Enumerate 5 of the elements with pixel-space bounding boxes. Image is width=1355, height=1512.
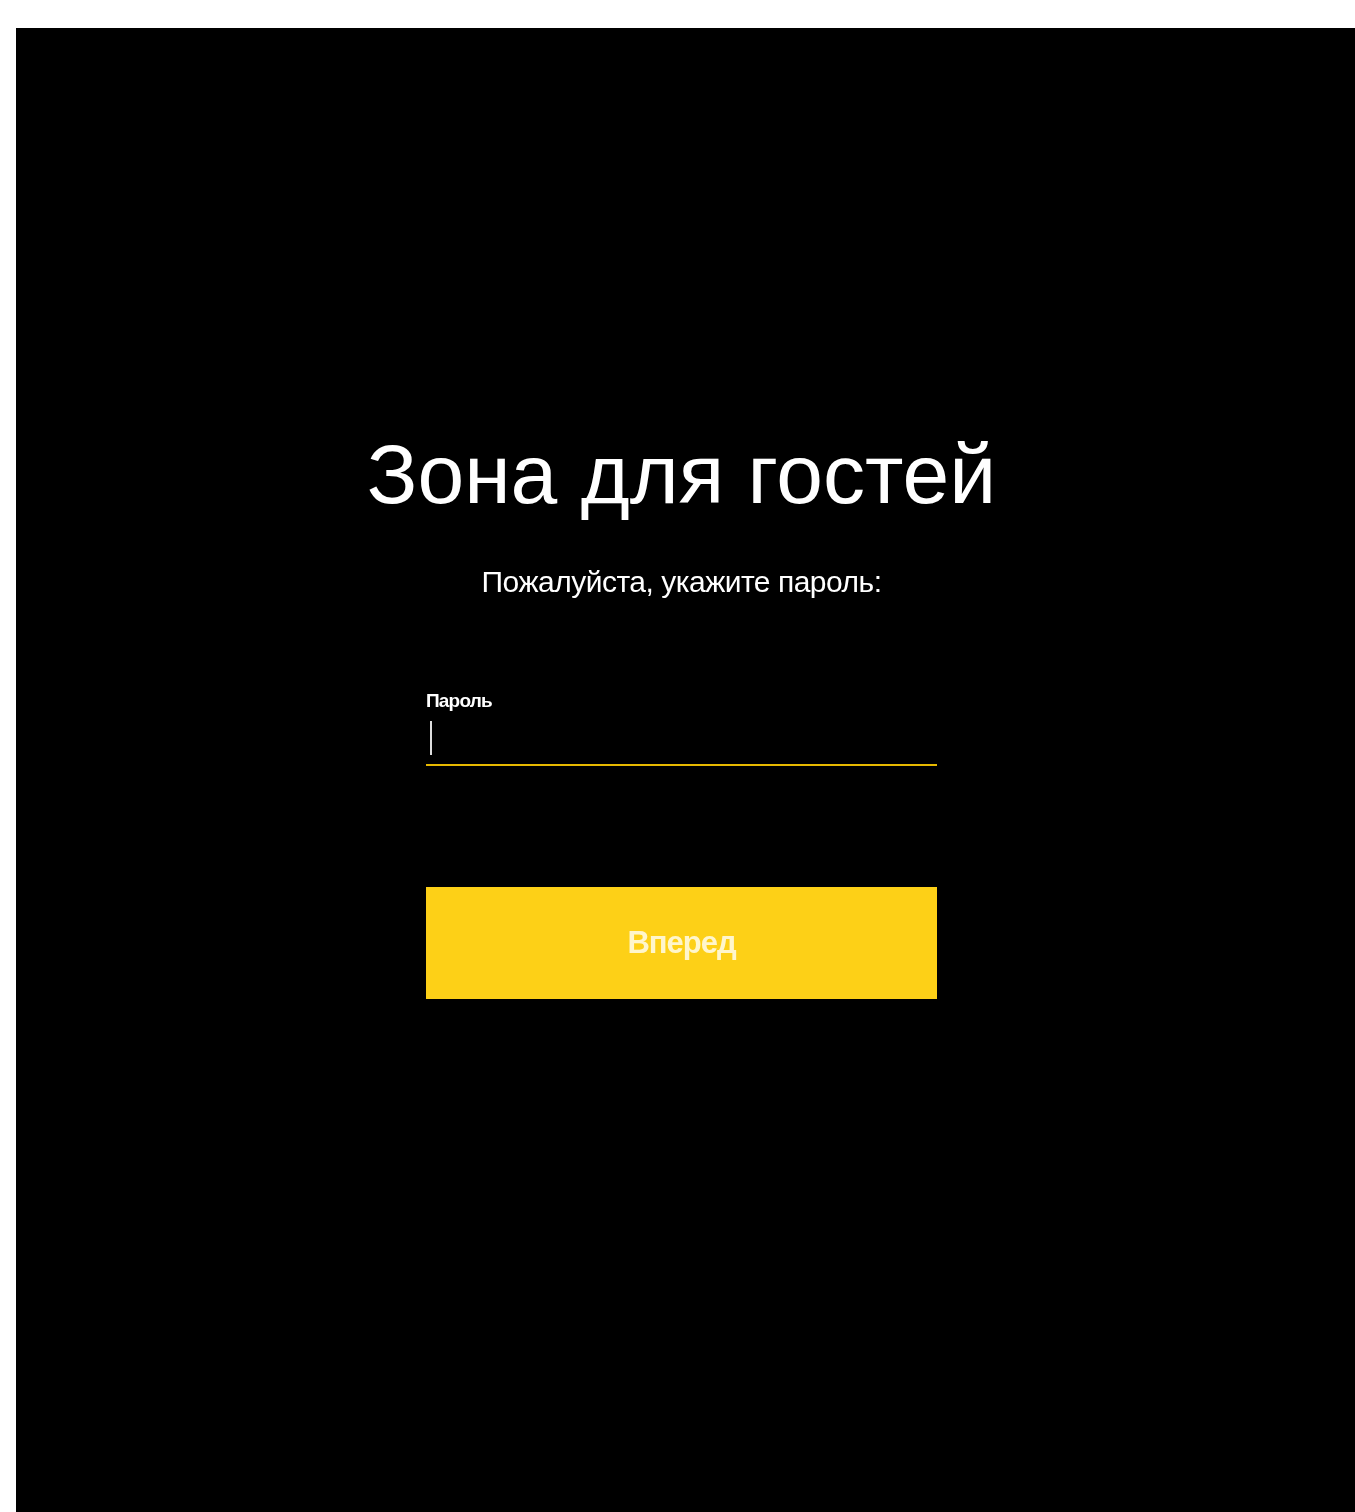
- text-cursor: [430, 721, 432, 756]
- page-title: Зона для гостей: [366, 428, 997, 521]
- submit-button[interactable]: Вперед: [426, 887, 937, 1000]
- field-label: Пароль: [426, 690, 493, 713]
- password-prompt: Пожалуйста, укажите пароль:: [481, 564, 882, 601]
